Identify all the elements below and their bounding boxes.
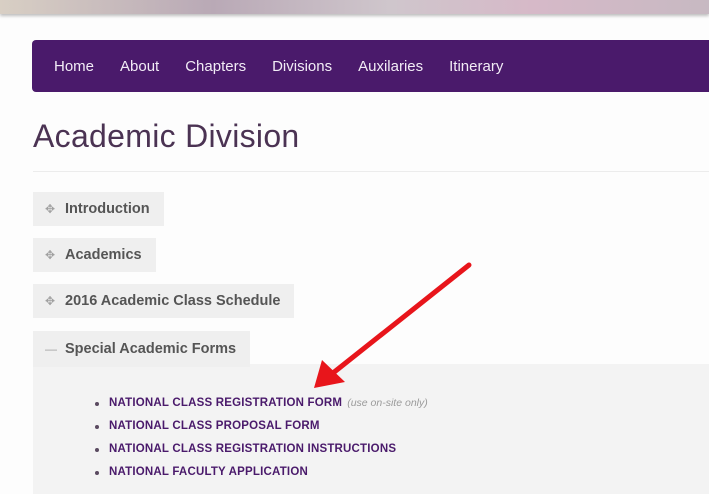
accordion-header-label: Academics [65, 247, 142, 263]
plus-icon: ✥ [45, 294, 56, 308]
list-item: NATIONAL CLASS REGISTRATION FORM (use on-… [93, 392, 428, 415]
accordion-header-label: 2016 Academic Class Schedule [65, 293, 281, 309]
national-faculty-application-link[interactable]: NATIONAL FACULTY APPLICATION [109, 466, 308, 478]
accordion-header-academics[interactable]: ✥ Academics [33, 238, 156, 272]
nav-item-auxilaries[interactable]: Auxilaries [358, 58, 423, 75]
web-page: Home About Chapters Divisions Auxilaries… [0, 0, 709, 494]
national-class-registration-instructions-link[interactable]: NATIONAL CLASS REGISTRATION INSTRUCTIONS [109, 443, 396, 455]
minus-icon: — [45, 342, 57, 356]
nav-item-chapters[interactable]: Chapters [185, 58, 246, 75]
list-item: NATIONAL CLASS REGISTRATION INSTRUCTIONS [93, 438, 428, 461]
national-class-proposal-form-link[interactable]: NATIONAL CLASS PROPOSAL FORM [109, 420, 320, 432]
nav-item-about[interactable]: About [120, 58, 159, 75]
nav-item-itinerary[interactable]: Itinerary [449, 58, 503, 75]
main-navigation-bar: Home About Chapters Divisions Auxilaries… [32, 40, 709, 92]
page-title: Academic Division [33, 118, 300, 154]
accordion-header-label: Introduction [65, 201, 150, 217]
plus-icon: ✥ [45, 248, 56, 262]
plus-icon: ✥ [45, 202, 56, 216]
forms-link-list: NATIONAL CLASS REGISTRATION FORM (use on-… [93, 392, 428, 484]
list-item: NATIONAL FACULTY APPLICATION [93, 461, 428, 484]
header-banner-image [0, 0, 709, 14]
nav-item-home[interactable]: Home [54, 58, 94, 75]
accordion-header-special-academic-forms[interactable]: — Special Academic Forms [33, 331, 251, 367]
list-item: NATIONAL CLASS PROPOSAL FORM [93, 415, 428, 438]
special-academic-forms-panel: NATIONAL CLASS REGISTRATION FORM (use on-… [33, 364, 709, 494]
title-divider [33, 171, 709, 172]
accordion-header-introduction[interactable]: ✥ Introduction [33, 192, 164, 226]
use-on-site-note: (use on-site only) [347, 397, 428, 409]
national-class-registration-form-link[interactable]: NATIONAL CLASS REGISTRATION FORM [109, 397, 342, 409]
nav-item-divisions[interactable]: Divisions [272, 58, 332, 75]
accordion-header-class-schedule[interactable]: ✥ 2016 Academic Class Schedule [33, 284, 295, 318]
accordion-header-label: Special Academic Forms [65, 341, 237, 357]
